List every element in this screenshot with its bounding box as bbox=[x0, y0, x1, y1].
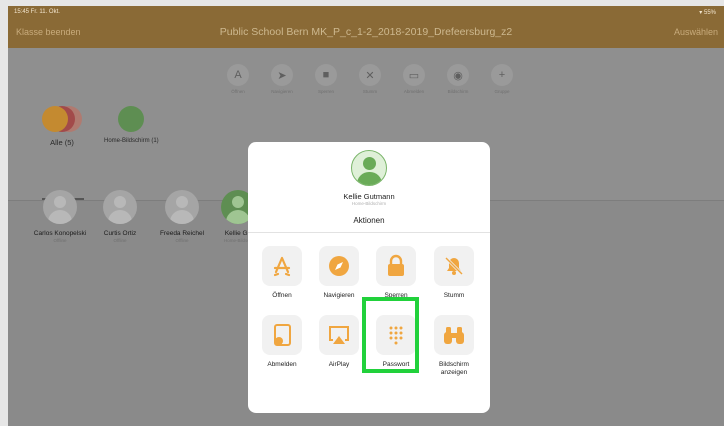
action-label: Öffnen bbox=[272, 292, 292, 299]
group-avatar-stack bbox=[111, 106, 151, 134]
lock-button[interactable]: Sperren bbox=[368, 246, 424, 300]
toolbar-group-button[interactable]: + Gruppe bbox=[484, 64, 520, 94]
action-label: Stumm bbox=[443, 292, 465, 299]
logout-icon bbox=[262, 315, 302, 355]
class-title: Public School Bern MK_P_c_1-2_2018-2019_… bbox=[219, 26, 513, 38]
open-app-button[interactable]: Öffnen bbox=[254, 246, 310, 300]
mute-icon: ✕ bbox=[359, 64, 381, 86]
student-status: Offline bbox=[113, 238, 127, 243]
status-indicators: ▾ 55% bbox=[699, 9, 716, 16]
action-label: AirPlay bbox=[328, 361, 350, 368]
binoculars-icon bbox=[434, 315, 474, 355]
toolbar-label: Abmelden bbox=[403, 89, 425, 94]
group-all[interactable]: Alle (5) bbox=[42, 106, 82, 147]
lock-icon: ■ bbox=[315, 64, 337, 86]
student-name: Carlos Konopelski bbox=[33, 230, 87, 237]
group-label: Alle (5) bbox=[50, 138, 74, 147]
mute-icon bbox=[434, 246, 474, 286]
student-status: Home-Bildschirm bbox=[351, 201, 387, 206]
toolbar-label: Stumm bbox=[362, 89, 378, 94]
group-label: Home-Bildschirm (1) bbox=[104, 138, 159, 144]
lock-icon bbox=[376, 246, 416, 286]
toolbar-label: Bildschirm bbox=[447, 89, 469, 94]
toolbar-open-button[interactable]: A Öffnen bbox=[220, 64, 256, 94]
highlight-box bbox=[362, 297, 419, 373]
toolbar-screen-button[interactable]: ◉ Bildschirm bbox=[440, 64, 476, 94]
divider bbox=[248, 232, 490, 233]
toolbar-navigate-button[interactable]: ➤ Navigieren bbox=[264, 64, 300, 94]
logout-button[interactable]: Abmelden bbox=[254, 315, 310, 369]
student-status: Offline bbox=[175, 238, 189, 243]
student-status: Offline bbox=[53, 238, 67, 243]
navigate-button[interactable]: Navigieren bbox=[311, 246, 367, 300]
student-tile[interactable]: Freeda Reichel Offline bbox=[152, 190, 212, 243]
plus-icon: + bbox=[491, 64, 513, 86]
toolbar-logout-button[interactable]: ▭ Abmelden bbox=[396, 64, 432, 94]
student-name: Freeda Reichel bbox=[159, 230, 205, 237]
avatar bbox=[43, 190, 77, 224]
toolbar-label: Sperren bbox=[317, 89, 334, 94]
toolbar-label: Navigieren bbox=[271, 89, 293, 94]
avatar bbox=[118, 106, 145, 132]
avatar bbox=[42, 106, 68, 132]
select-button[interactable]: Auswählen bbox=[674, 27, 718, 37]
action-label: Navigieren bbox=[323, 292, 355, 299]
airplay-icon bbox=[319, 315, 359, 355]
group-avatar-stack bbox=[42, 106, 82, 134]
toolbar-lock-button[interactable]: ■ Sperren bbox=[308, 64, 344, 94]
frame: 15:45 Fr. 11. Okt. ▾ 55% Klasse beenden … bbox=[0, 0, 724, 426]
toolbar-mute-button[interactable]: ✕ Stumm bbox=[352, 64, 388, 94]
binoculars-icon: ◉ bbox=[447, 64, 469, 86]
actions-heading: Aktionen bbox=[353, 216, 385, 225]
app-store-icon: A bbox=[227, 64, 249, 86]
logout-icon: ▭ bbox=[403, 64, 425, 86]
avatar bbox=[165, 190, 199, 224]
view-screen-button[interactable]: Bildschirm anzeigen bbox=[426, 315, 482, 377]
action-label: Abmelden bbox=[267, 361, 297, 368]
wifi-icon: ▾ bbox=[699, 10, 703, 16]
toolbar-label: Öffnen bbox=[231, 89, 245, 94]
action-label: Bildschirm anzeigen bbox=[439, 361, 469, 376]
mute-button[interactable]: Stumm bbox=[426, 246, 482, 300]
navigation-bar: 15:45 Fr. 11. Okt. ▾ 55% Klasse beenden … bbox=[8, 6, 724, 48]
avatar bbox=[103, 190, 137, 224]
student-name: Kellie Gutmann bbox=[343, 192, 395, 201]
app-store-icon bbox=[262, 246, 302, 286]
student-tile[interactable]: Carlos Konopelski Offline bbox=[30, 190, 90, 243]
student-tile[interactable]: Curtis Ortiz Offline bbox=[90, 190, 150, 243]
battery-level: 55% bbox=[703, 10, 716, 16]
avatar bbox=[351, 150, 387, 186]
toolbar-label: Gruppe bbox=[494, 89, 510, 94]
airplay-button[interactable]: AirPlay bbox=[311, 315, 367, 369]
student-name: Curtis Ortiz bbox=[103, 230, 137, 237]
status-time: 15:45 Fr. 11. Okt. bbox=[14, 9, 60, 15]
compass-icon: ➤ bbox=[271, 64, 293, 86]
compass-icon bbox=[319, 246, 359, 286]
group-home-screen[interactable]: Home-Bildschirm (1) bbox=[104, 106, 159, 144]
